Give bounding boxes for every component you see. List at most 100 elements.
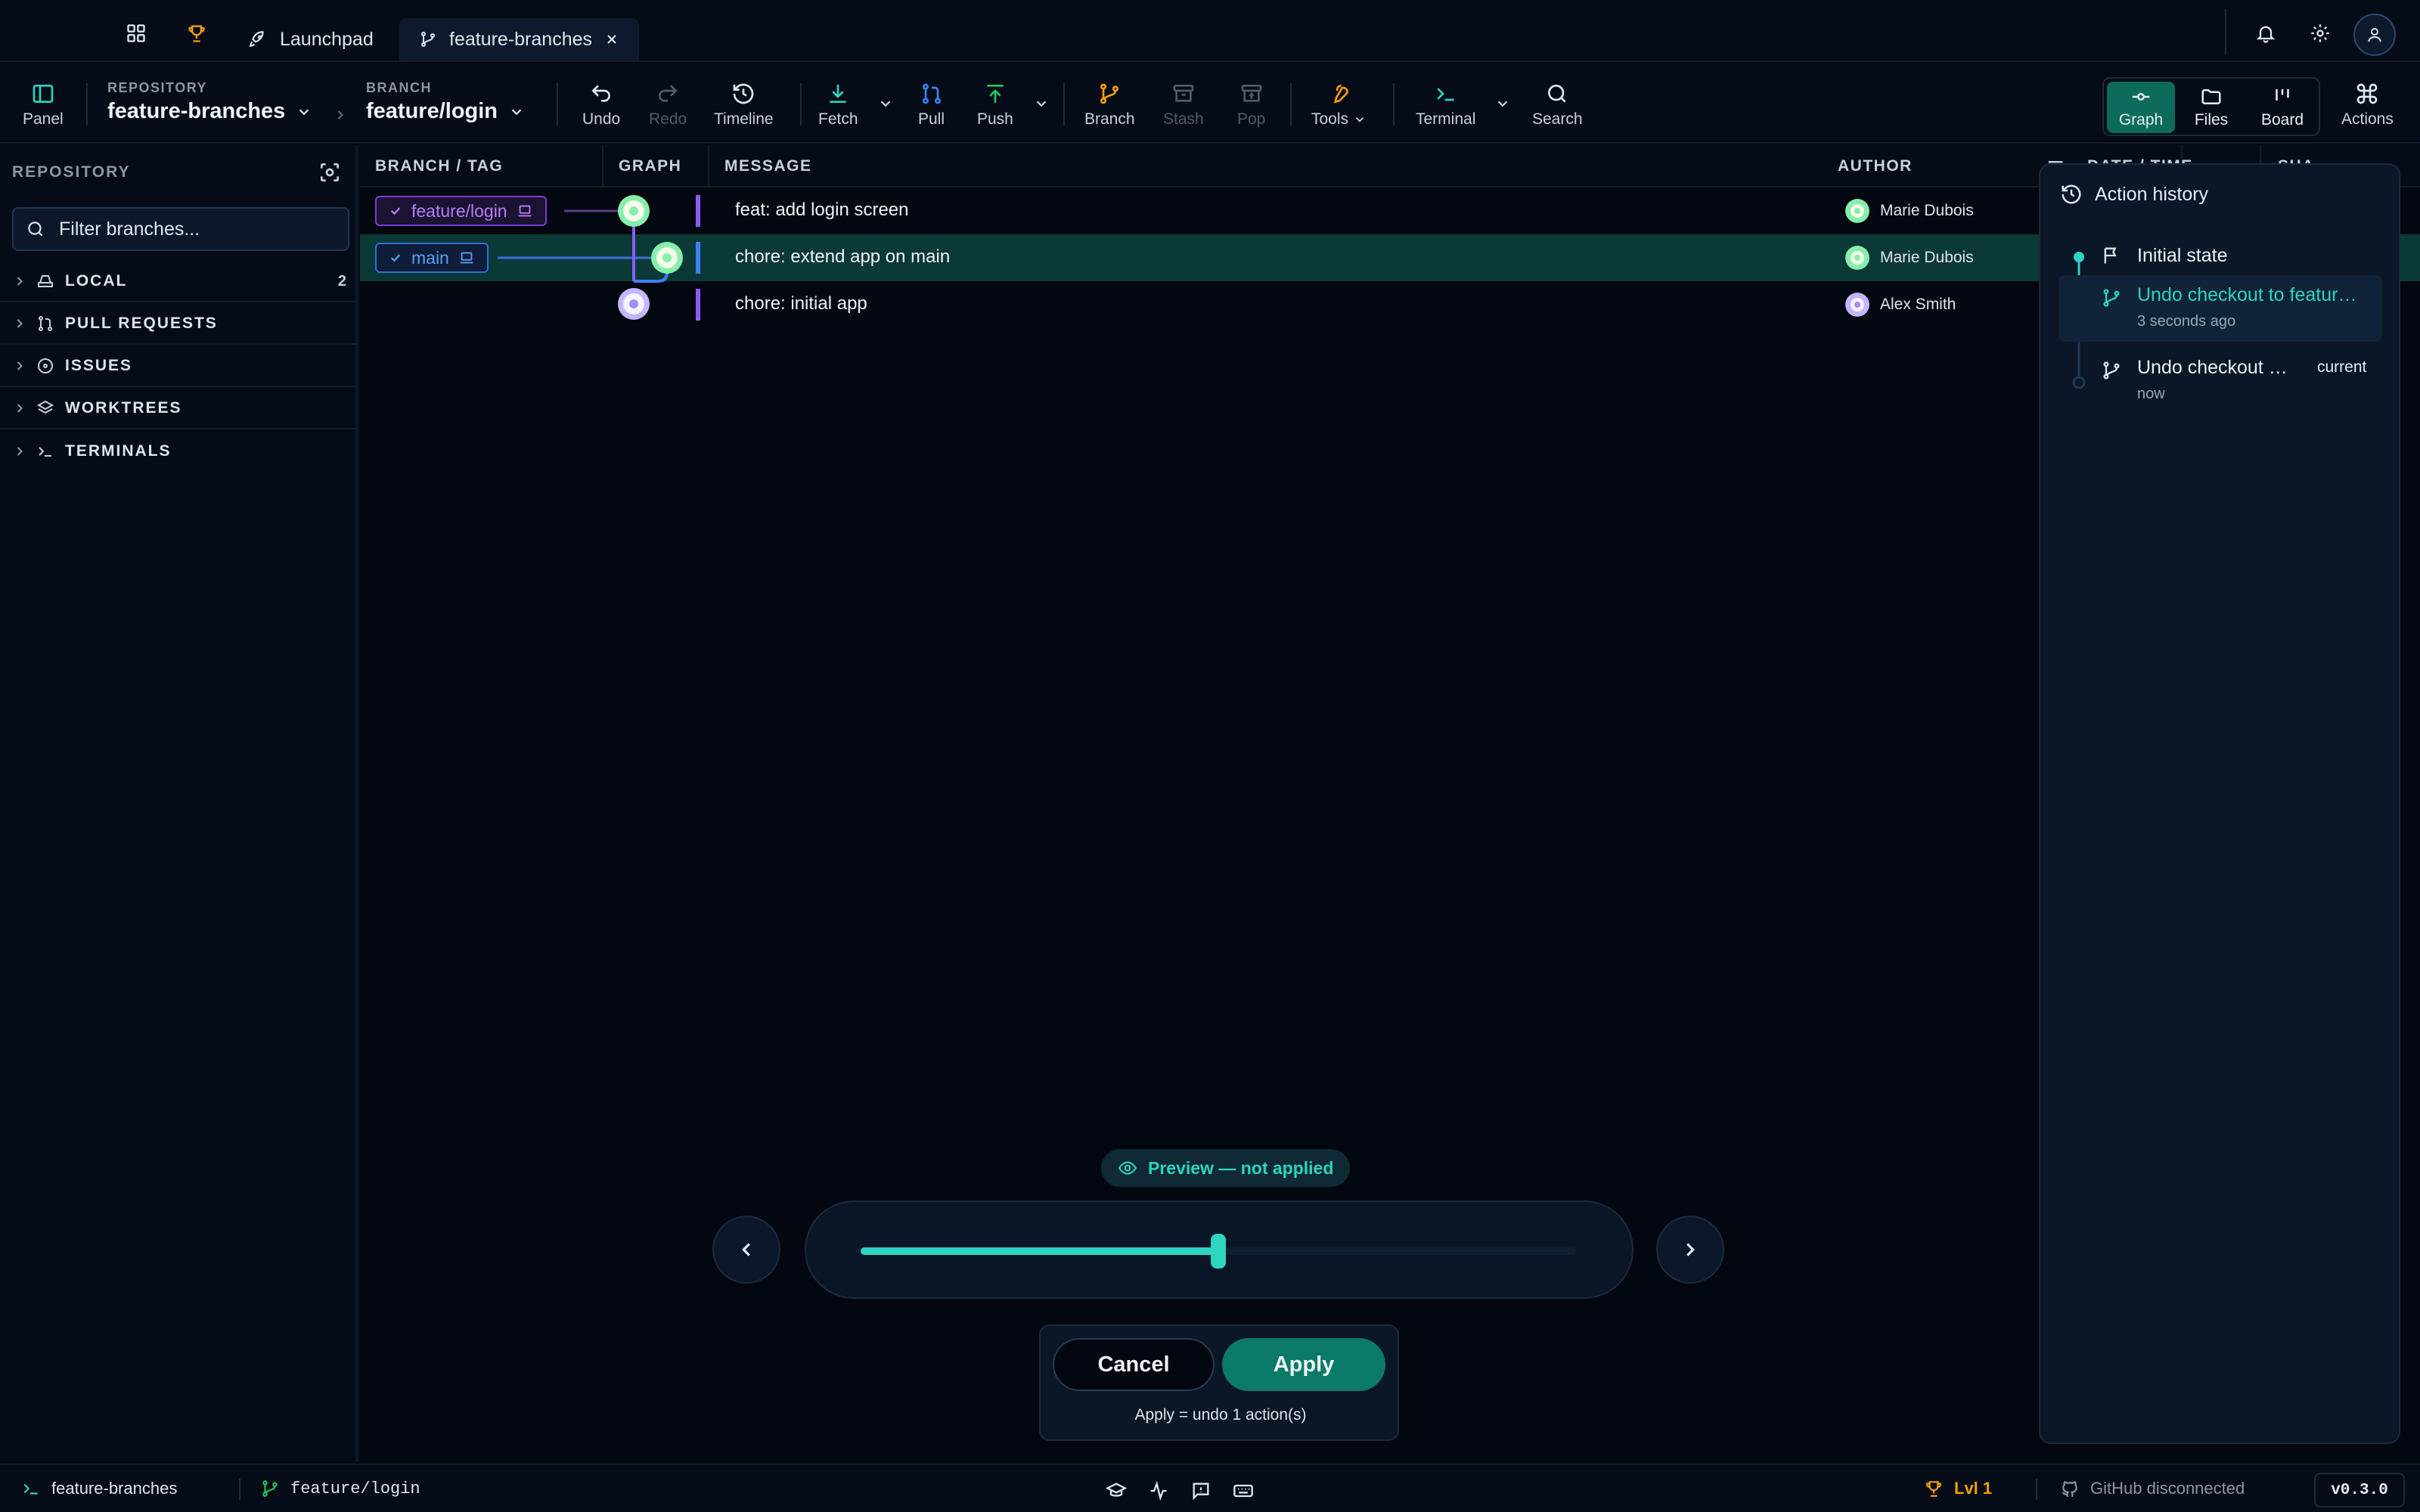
commit-node[interactable] — [618, 195, 650, 227]
timeline-label: Timeline — [714, 110, 774, 128]
search-icon — [28, 222, 43, 237]
timeline-scrubber — [805, 1201, 1634, 1299]
chevron-down-icon[interactable] — [1494, 95, 1511, 112]
status-level[interactable]: Lvl 1 — [1924, 1479, 1992, 1498]
timeline-slider-track[interactable] — [861, 1234, 1576, 1269]
cancel-button[interactable]: Cancel — [1053, 1338, 1215, 1391]
push-button[interactable]: Push — [977, 82, 1013, 129]
archive-restore-icon — [1241, 85, 1262, 102]
terminal-icon — [1437, 88, 1454, 101]
section-label: TERMINALS — [65, 442, 172, 460]
terminal-button[interactable]: Terminal — [1416, 82, 1475, 129]
chevron-down-icon[interactable] — [877, 95, 894, 112]
bell-icon[interactable] — [2255, 23, 2276, 44]
chevron-right-icon — [17, 361, 23, 370]
commit-author: Marie Dubois — [1845, 246, 1974, 270]
status-branch-label: feature/login — [290, 1479, 420, 1498]
pull-label: Pull — [918, 110, 945, 128]
dashboard-grid-icon[interactable] — [126, 23, 147, 44]
flag-icon — [2104, 247, 2117, 264]
branch-label: Branch — [1084, 110, 1135, 128]
branch-selector[interactable]: BRANCH feature/login — [366, 80, 525, 124]
history-item-initial-state[interactable]: Initial state — [2059, 233, 2382, 278]
timeline-next-button[interactable] — [1656, 1216, 1724, 1284]
action-history-panel: Action history Initial state Undo checko… — [2039, 163, 2400, 1444]
column-author[interactable]: AUTHOR — [1823, 145, 2049, 187]
gear-icon[interactable] — [2310, 23, 2331, 44]
section-label: WORKTREES — [65, 399, 182, 417]
tab-feature-branches[interactable]: feature-branches — [399, 18, 640, 60]
commit-message: chore: initial app — [735, 293, 867, 314]
view-files-button[interactable]: Files — [2178, 82, 2245, 133]
stash-button[interactable]: Stash — [1163, 82, 1204, 129]
keyboard-icon[interactable] — [1233, 1480, 1254, 1501]
sidebar: REPOSITORY LOCAL 2 PULL REQUESTS ISSUES … — [0, 145, 358, 1462]
redo-icon — [659, 85, 678, 102]
panel-button[interactable]: Panel — [23, 82, 64, 129]
commit-node[interactable] — [651, 242, 683, 274]
archive-icon — [1173, 85, 1194, 102]
focus-scan-icon[interactable] — [318, 160, 342, 184]
chevron-down-icon[interactable] — [1033, 95, 1050, 112]
chevron-down-icon — [1355, 117, 1364, 122]
trophy-icon — [1926, 1481, 1941, 1497]
terminal-label: Terminal — [1416, 110, 1476, 128]
view-board-button[interactable]: Board — [2248, 82, 2317, 133]
status-github-label: GitHub disconnected — [2090, 1479, 2245, 1498]
view-graph-button[interactable]: Graph — [2107, 82, 2175, 133]
undo-button[interactable]: Undo — [582, 82, 620, 129]
graduation-cap-icon[interactable] — [1106, 1480, 1127, 1501]
divider — [557, 83, 558, 125]
status-branch[interactable]: feature/login — [260, 1479, 420, 1498]
timeline-prev-button[interactable] — [712, 1216, 780, 1284]
tab-launchpad[interactable]: Launchpad — [228, 18, 393, 60]
feedback-message-icon[interactable] — [1190, 1480, 1212, 1501]
hard-drive-icon — [38, 275, 53, 287]
filter-branches-input[interactable] — [59, 218, 346, 240]
fetch-button[interactable]: Fetch — [818, 82, 858, 129]
activity-pulse-icon[interactable] — [1148, 1480, 1169, 1501]
actions-button[interactable]: Actions — [2341, 82, 2394, 129]
timeline-button[interactable]: Timeline — [714, 82, 774, 129]
chevron-right-icon — [17, 277, 23, 286]
status-repository[interactable]: feature-branches — [21, 1479, 177, 1498]
fetch-label: Fetch — [818, 110, 858, 128]
tab-bar: Launchpad feature-branches — [0, 0, 2420, 62]
timeline-slider-thumb[interactable] — [1211, 1234, 1226, 1269]
commit-node[interactable] — [618, 288, 650, 320]
sidebar-section-worktrees[interactable]: WORKTREES — [0, 389, 358, 429]
history-item-undo-checkout-main[interactable]: Undo checkout to main current now — [2059, 348, 2382, 414]
status-github[interactable]: GitHub disconnected — [2060, 1479, 2245, 1498]
sidebar-section-pull-requests[interactable]: PULL REQUESTS — [0, 304, 358, 345]
author-name: Alex Smith — [1880, 296, 1956, 313]
chevron-down-icon — [511, 108, 522, 115]
account-button[interactable] — [2353, 14, 2396, 56]
search-label: Search — [1532, 110, 1583, 128]
apply-button[interactable]: Apply — [1222, 1338, 1385, 1391]
sidebar-section-issues[interactable]: ISSUES — [0, 346, 358, 387]
repository-selector[interactable]: REPOSITORY feature-branches — [107, 80, 312, 124]
actions-label: Actions — [2341, 110, 2394, 128]
terminal-icon — [23, 1483, 38, 1495]
column-branch-tag[interactable]: BRANCH / TAG — [360, 145, 603, 187]
tools-label: Tools — [1311, 110, 1349, 128]
search-button[interactable]: Search — [1532, 82, 1583, 129]
sidebar-title: REPOSITORY — [12, 163, 131, 181]
sidebar-panel-icon — [33, 85, 54, 103]
redo-button[interactable]: Redo — [649, 82, 687, 129]
close-icon[interactable] — [604, 32, 619, 47]
preview-status-label: Preview — not applied — [1148, 1157, 1334, 1178]
filter-branches — [12, 207, 349, 251]
sidebar-section-terminals[interactable]: TERMINALS — [0, 431, 358, 472]
trophy-icon[interactable] — [186, 23, 207, 44]
upload-icon — [987, 85, 1004, 103]
pull-button[interactable]: Pull — [918, 82, 945, 129]
branch-button[interactable]: Branch — [1084, 82, 1135, 129]
history-item-undo-checkout-feature[interactable]: Undo checkout to feature/login 3 seconds… — [2059, 275, 2382, 342]
avatar — [1845, 199, 1869, 223]
tools-button[interactable]: Tools — [1311, 82, 1367, 129]
column-graph[interactable]: GRAPH — [603, 145, 709, 187]
search-icon — [1548, 85, 1566, 103]
sidebar-section-local[interactable]: LOCAL 2 — [0, 262, 358, 302]
pop-button[interactable]: Pop — [1237, 82, 1265, 129]
